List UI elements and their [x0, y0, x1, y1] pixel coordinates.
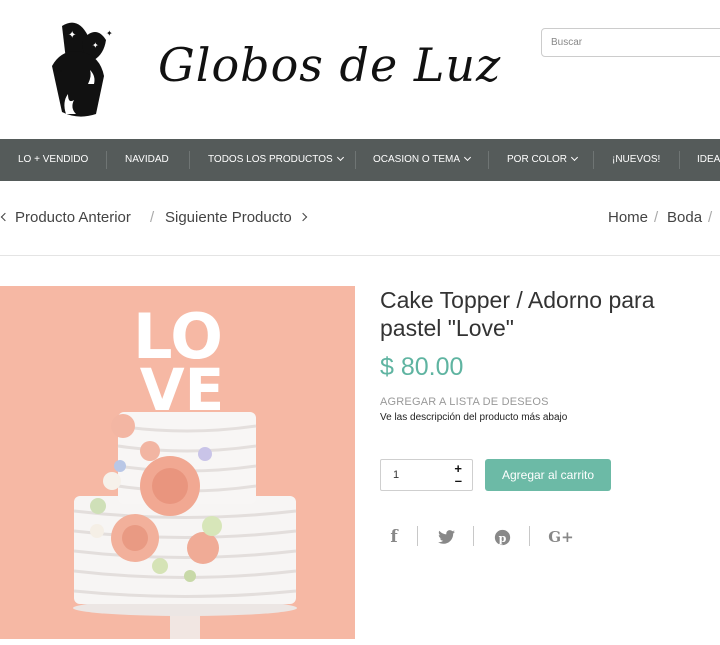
- nav-item-label: IDEA: [697, 154, 720, 165]
- nav-item-ocasion-o-tema[interactable]: OCASION O TEMA: [373, 139, 472, 181]
- chevron-down-icon: [336, 153, 344, 162]
- product-nav-separator: /: [150, 209, 155, 226]
- breadcrumb-separator: /: [654, 209, 659, 226]
- balloon-lantern-icon: ✦ ✦ ✦ ✦: [52, 22, 113, 117]
- nav-item-label: LO + VENDIDO: [18, 154, 89, 165]
- nav-item-label: OCASION O TEMA: [373, 154, 461, 165]
- site-logo[interactable]: ✦ ✦ ✦ ✦ Globos de Luz: [48, 18, 500, 122]
- breadcrumb-separator: /: [708, 209, 713, 226]
- nav-item-nuevos[interactable]: ¡NUEVOS!: [612, 139, 660, 181]
- next-product-label: Siguiente Producto: [165, 209, 292, 226]
- section-divider: [0, 255, 720, 256]
- nav-separator: [106, 151, 107, 169]
- next-product-link[interactable]: Siguiente Producto: [165, 209, 308, 226]
- svg-text:✦: ✦: [56, 67, 63, 76]
- google-plus-glyph: G+: [548, 528, 574, 546]
- nav-item-lo-mas-vendido[interactable]: LO + VENDIDO: [18, 139, 88, 181]
- product-price: $ 80.00: [380, 353, 464, 381]
- facebook-icon[interactable]: f: [382, 525, 406, 549]
- previous-product-label: Producto Anterior: [15, 209, 131, 226]
- chevron-down-icon: [464, 153, 472, 162]
- pinterest-glyph: p: [494, 529, 510, 545]
- description-note: Ve las descripción del producto más abaj…: [380, 412, 568, 423]
- nav-item-por-color[interactable]: POR COLOR: [507, 139, 579, 181]
- product-title: Cake Topper / Adorno para pastel "Love": [380, 287, 655, 341]
- breadcrumb-boda[interactable]: Boda: [667, 209, 702, 226]
- search-input[interactable]: [542, 29, 720, 56]
- twitter-glyph: [437, 530, 455, 544]
- nav-item-label: TODOS LOS PRODUCTOS: [208, 154, 333, 165]
- nav-separator: [679, 151, 680, 169]
- quantity-stepper: + –: [380, 459, 473, 491]
- product-image[interactable]: LO VE: [0, 286, 355, 639]
- nav-item-todos-los-productos[interactable]: TODOS LOS PRODUCTOS: [208, 139, 344, 181]
- add-to-cart-button[interactable]: Agregar al carrito: [485, 459, 611, 491]
- svg-text:✦: ✦: [68, 30, 76, 41]
- nav-separator: [189, 151, 190, 169]
- share-separator: [529, 526, 530, 546]
- google-plus-icon[interactable]: G+: [546, 525, 576, 549]
- nav-item-navidad[interactable]: NAVIDAD: [125, 139, 169, 181]
- facebook-glyph: f: [390, 527, 398, 547]
- share-separator: [473, 526, 474, 546]
- breadcrumb-home[interactable]: Home: [608, 209, 648, 226]
- main-nav: LO + VENDIDO NAVIDAD TODOS LOS PRODUCTOS…: [0, 139, 720, 181]
- chevron-right-icon: [298, 212, 308, 222]
- nav-separator: [355, 151, 356, 169]
- chevron-down-icon: [570, 153, 579, 162]
- chevron-left-icon: [0, 212, 10, 222]
- cake-topper-photo: LO VE: [0, 286, 355, 639]
- previous-product-link[interactable]: Producto Anterior: [0, 209, 131, 226]
- nav-separator: [593, 151, 594, 169]
- pinterest-icon[interactable]: p: [490, 525, 514, 549]
- svg-text:p: p: [498, 531, 506, 544]
- add-to-wishlist-link[interactable]: AGREGAR A LISTA DE DESEOS: [380, 396, 549, 408]
- nav-item-label: NAVIDAD: [125, 154, 169, 165]
- svg-text:✦: ✦: [106, 29, 113, 38]
- quantity-input[interactable]: [381, 460, 451, 490]
- nav-item-ideas[interactable]: IDEA: [697, 139, 720, 181]
- search-box: [541, 28, 720, 57]
- decrement-icon[interactable]: –: [455, 474, 462, 487]
- share-separator: [417, 526, 418, 546]
- brand-name: Globos de Luz: [158, 38, 502, 92]
- nav-item-label: POR COLOR: [507, 154, 568, 165]
- svg-text:✦: ✦: [92, 41, 99, 50]
- nav-item-label: ¡NUEVOS!: [612, 154, 661, 165]
- twitter-icon[interactable]: [434, 525, 458, 549]
- nav-separator: [488, 151, 489, 169]
